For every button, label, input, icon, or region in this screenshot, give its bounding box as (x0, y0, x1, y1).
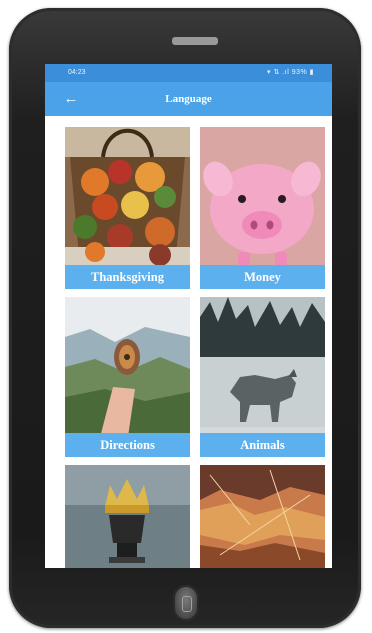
status-bar: 04:23 ▾ ⇅ .ıl 93% ▮ (45, 64, 332, 82)
speaker-grille (172, 37, 218, 45)
category-tile-thanksgiving[interactable]: Thanksgiving (65, 127, 190, 289)
status-time: 04:23 (68, 69, 86, 76)
category-tile-directions[interactable]: Directions (65, 297, 190, 457)
page-title: Language (165, 93, 212, 105)
app-screen: 04:23 ▾ ⇅ .ıl 93% ▮ ← Language Thanksgiv… (45, 64, 332, 568)
status-icons: ▾ ⇅ .ıl 93% ▮ (267, 69, 314, 76)
category-tile-6[interactable] (200, 465, 325, 568)
map-image (200, 465, 325, 568)
tile-label: Thanksgiving (65, 265, 190, 289)
app-bar: ← Language (45, 82, 332, 116)
crown-image (65, 465, 190, 568)
tile-label: Money (200, 265, 325, 289)
category-tile-5[interactable] (65, 465, 190, 568)
tile-label: Animals (200, 433, 325, 457)
category-tile-money[interactable]: Money (200, 127, 325, 289)
category-tile-animals[interactable]: Animals (200, 297, 325, 457)
home-button[interactable] (173, 585, 199, 621)
tile-label: Directions (65, 433, 190, 457)
